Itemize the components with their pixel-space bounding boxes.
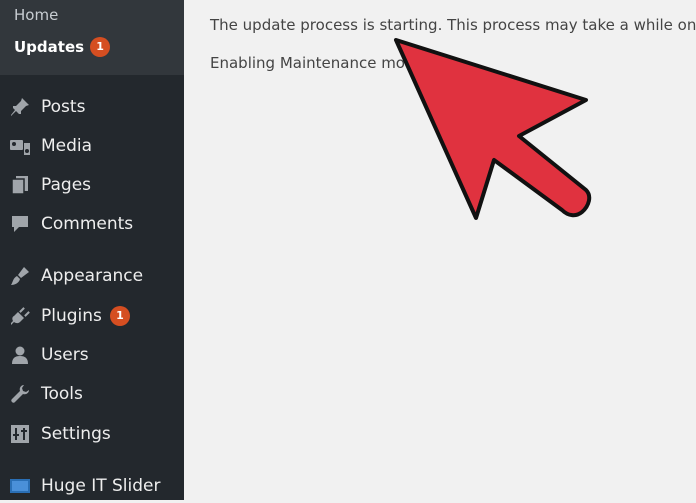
submenu-updates-link[interactable]: Updates 1 [14, 37, 111, 57]
sidebar-item-label: Huge IT Slider [41, 476, 161, 496]
sidebar-item-users[interactable]: Users [0, 338, 184, 372]
plugins-update-badge: 1 [109, 306, 130, 326]
sidebar-item-label: Appearance [41, 266, 144, 286]
sliders-icon [9, 423, 31, 445]
sidebar-item-appearance[interactable]: Appearance [0, 259, 184, 293]
wrench-icon [9, 383, 31, 405]
sidebar-item-label: Users [41, 345, 89, 365]
dashboard-submenu: Home Updates 1 [0, 0, 184, 75]
sidebar-item-pages[interactable]: Pages [0, 168, 184, 202]
update-core-content: The update process is starting. This pro… [184, 0, 696, 500]
paintbrush-icon [9, 265, 31, 287]
pin-icon [9, 96, 31, 118]
sidebar-item-label: Comments [41, 214, 134, 234]
pages-icon [9, 174, 31, 196]
media-icon [9, 135, 31, 157]
sidebar-item-huge-it-slider[interactable]: Huge IT Slider [0, 469, 184, 503]
user-icon [9, 344, 31, 366]
sidebar-item-label: Settings [41, 424, 111, 444]
sidebar-item-plugins[interactable]: Plugins 1 [0, 299, 184, 333]
sidebar-item-label: Posts [41, 97, 86, 117]
comment-icon [9, 213, 31, 235]
submenu-updates-label: Updates [14, 38, 85, 56]
pointer-arrow-icon [394, 38, 592, 220]
sidebar-item-tools[interactable]: Tools [0, 377, 184, 411]
updates-count-badge: 1 [90, 37, 111, 57]
sidebar-item-media[interactable]: Media [0, 129, 184, 163]
sidebar-item-label: Tools [41, 384, 83, 404]
slider-icon [9, 475, 31, 497]
submenu-home-link[interactable]: Home [14, 6, 58, 24]
sidebar-item-label: Plugins [41, 306, 102, 326]
plug-icon [9, 305, 31, 327]
sidebar-item-label: Media [41, 136, 93, 156]
sidebar-item-label: Pages [41, 175, 92, 195]
sidebar-item-posts[interactable]: Posts [0, 90, 184, 124]
sidebar-item-settings[interactable]: Settings [0, 417, 184, 451]
sidebar-item-comments[interactable]: Comments [0, 207, 184, 241]
admin-sidebar: Home Updates 1 Posts Media Pages Comments [0, 0, 184, 500]
